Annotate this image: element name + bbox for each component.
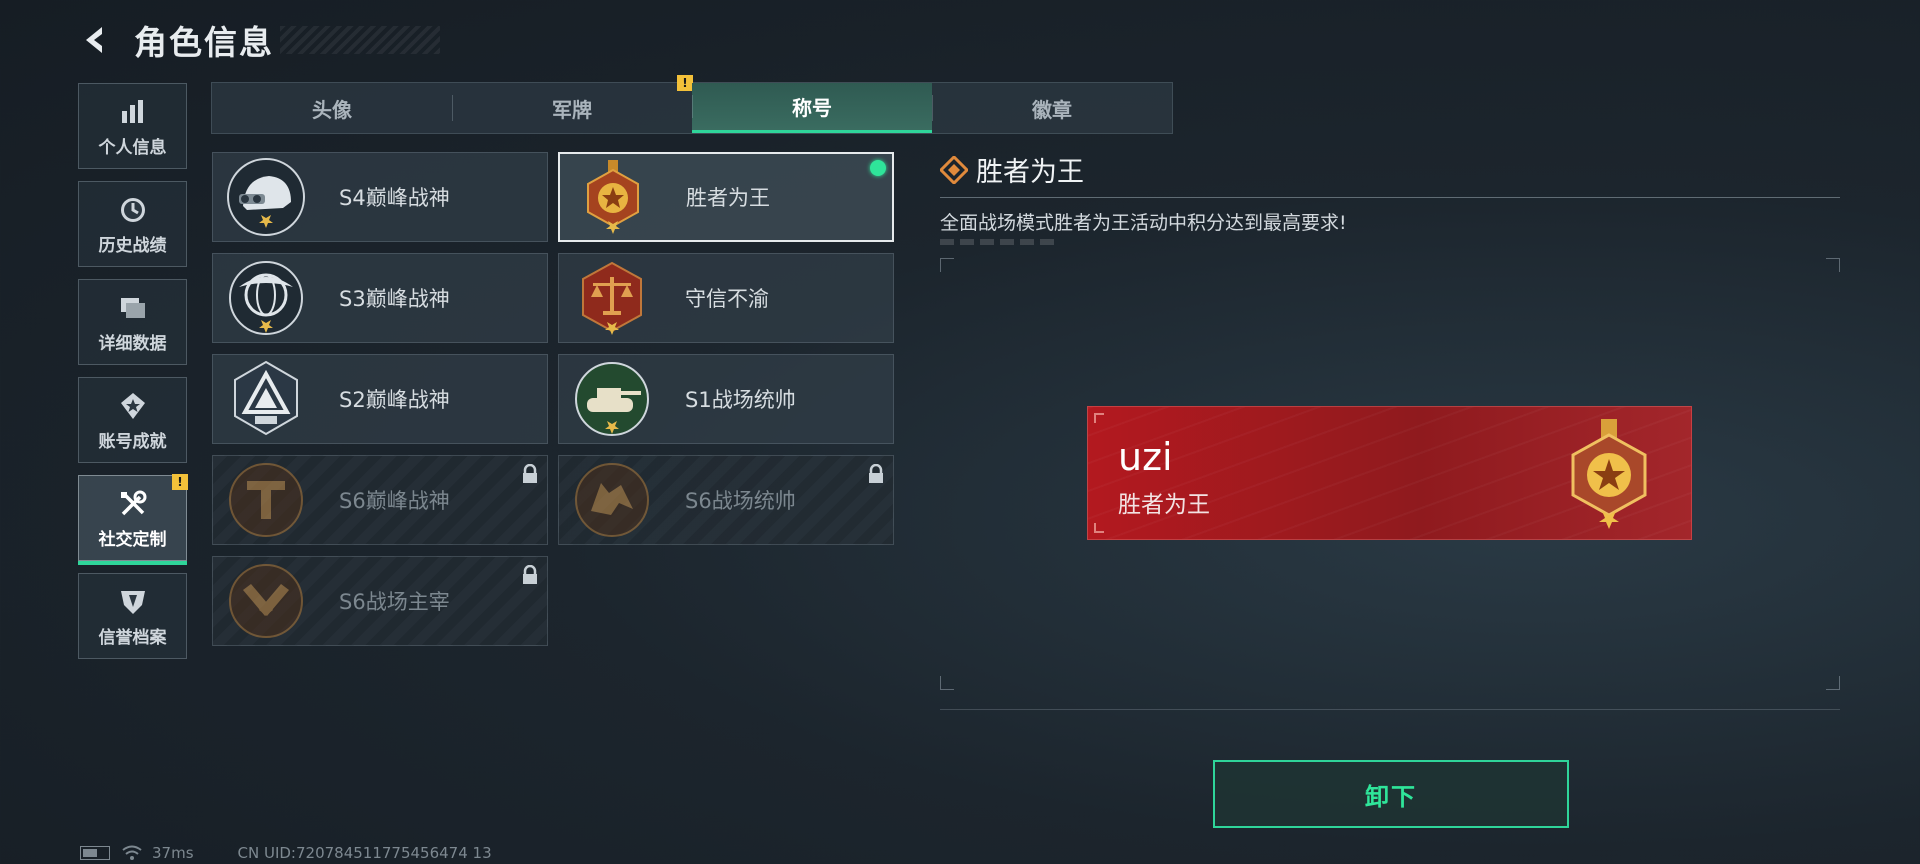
nav-item-detailed-data[interactable]: 详细数据 (78, 279, 187, 365)
frame-corner (1094, 523, 1104, 533)
title-card-label: S6战场主宰 (339, 590, 450, 614)
nav-item-social-custom[interactable]: ! 社交定制 (78, 474, 188, 565)
title-card-label: S6巅峰战神 (339, 489, 450, 513)
alert-badge: ! (172, 474, 188, 490)
detail-title: 胜者为王 (976, 157, 1084, 188)
pyramid-emblem-icon (223, 356, 309, 442)
gold-medal-emblem-icon (1553, 417, 1665, 533)
gold-medal-emblem-icon (570, 154, 656, 240)
equipped-indicator (870, 160, 886, 176)
detail-panel: 胜者为王 全面战场模式胜者为王活动中积分达到最高要求! (938, 150, 1840, 245)
nav-label: 社交定制 (98, 529, 167, 550)
tab-title[interactable]: 称号 (692, 83, 932, 133)
wifi-icon (122, 845, 142, 861)
tank-emblem-icon (569, 356, 655, 442)
nameplate-preview: uzi 胜者为王 (1087, 406, 1692, 540)
page-title: 角色信息 (134, 23, 274, 62)
nav-label: 账号成就 (98, 431, 167, 452)
diamond-icon (938, 154, 970, 185)
title-card[interactable]: S6战场统帅 (558, 455, 894, 545)
title-card-label: S1战场统帅 (685, 388, 796, 412)
nav-label: 信誉档案 (98, 627, 167, 648)
alert-badge: ! (677, 75, 693, 91)
uid-text: CN UID:720784511775456474 13 (237, 844, 492, 862)
nav-item-history[interactable]: 历史战绩 (78, 181, 187, 267)
shield-icon (116, 585, 150, 619)
title-card[interactable]: S4巅峰战神 (212, 152, 548, 242)
battery-icon (80, 846, 110, 860)
nav-label: 详细数据 (98, 333, 167, 354)
tab-label: 头像 (312, 97, 352, 122)
helmet-emblem-icon (223, 154, 309, 240)
nav-label: 历史战绩 (98, 235, 167, 256)
title-decoration (280, 26, 440, 54)
tab-label: 军牌 (552, 97, 592, 122)
ping-value: 37ms (152, 844, 194, 862)
title-card[interactable]: 守信不渝 (558, 253, 894, 343)
detail-description: 全面战场模式胜者为王活动中积分达到最高要求! (940, 212, 1347, 234)
nameplate-title: 胜者为王 (1118, 492, 1210, 518)
tab-label: 称号 (792, 96, 832, 120)
title-card[interactable]: S1战场统帅 (558, 354, 894, 444)
title-card-label: 守信不渝 (685, 287, 769, 311)
frame-corner (940, 676, 954, 690)
title-card[interactable]: S3巅峰战神 (212, 253, 548, 343)
title-card-label: 胜者为王 (686, 186, 770, 210)
tab-avatar[interactable]: 头像 (212, 83, 452, 133)
title-card[interactable]: 胜者为王 (558, 152, 894, 242)
scales-emblem-icon (569, 255, 655, 341)
clock-icon (116, 193, 150, 227)
lock-icon (521, 564, 539, 585)
frame-corner (1826, 676, 1840, 690)
title-card-label: S4巅峰战神 (339, 186, 450, 210)
lock-icon (867, 463, 885, 484)
decoration (940, 239, 1060, 245)
tab-dog-tag[interactable]: 军牌 ! (452, 75, 693, 133)
tab-label: 徽章 (1032, 97, 1072, 122)
divider (940, 197, 1840, 198)
tools-icon (116, 487, 150, 521)
player-name: uzi (1118, 435, 1173, 479)
title-card-label: S2巅峰战神 (339, 388, 450, 412)
nav-item-reputation[interactable]: 信誉档案 (78, 573, 187, 659)
wolf-emblem-icon (569, 457, 655, 543)
nav-label: 个人信息 (98, 137, 167, 158)
status-bar: 37ms CN UID:720784511775456474 13 (80, 844, 492, 862)
frame-corner (1094, 413, 1104, 423)
header: 角色信息 (78, 18, 440, 62)
title-card[interactable]: S6战场主宰 (212, 556, 548, 646)
tab-bar: 头像 军牌 ! 称号 徽章 (211, 75, 1173, 134)
side-navigation: 个人信息 历史战绩 详细数据 账号成就 ! 社交定制 信誉档案 (78, 83, 188, 671)
frame-corner (1826, 258, 1840, 272)
tab-badge[interactable]: 徽章 (932, 83, 1172, 133)
lock-icon (521, 463, 539, 484)
title-card-label: S3巅峰战神 (339, 287, 450, 311)
title-card[interactable]: S6巅峰战神 (212, 455, 548, 545)
title-card-label: S6战场统帅 (685, 489, 796, 513)
nav-item-personal-info[interactable]: 个人信息 (78, 83, 187, 169)
bar-chart-icon (116, 95, 150, 129)
detail-title-row: 胜者为王 (938, 150, 1840, 189)
divider (940, 709, 1840, 710)
nav-item-achievements[interactable]: 账号成就 (78, 377, 187, 463)
star-gem-icon (116, 389, 150, 423)
crossed-arms-emblem-icon (223, 558, 309, 644)
unequip-button[interactable]: 卸下 (1213, 760, 1569, 828)
frame-corner (940, 258, 954, 272)
globe-eagle-emblem-icon (223, 255, 309, 341)
t-shield-emblem-icon (223, 457, 309, 543)
title-card[interactable]: S2巅峰战神 (212, 354, 548, 444)
folders-icon (116, 291, 150, 325)
back-arrow-icon[interactable] (78, 22, 114, 58)
